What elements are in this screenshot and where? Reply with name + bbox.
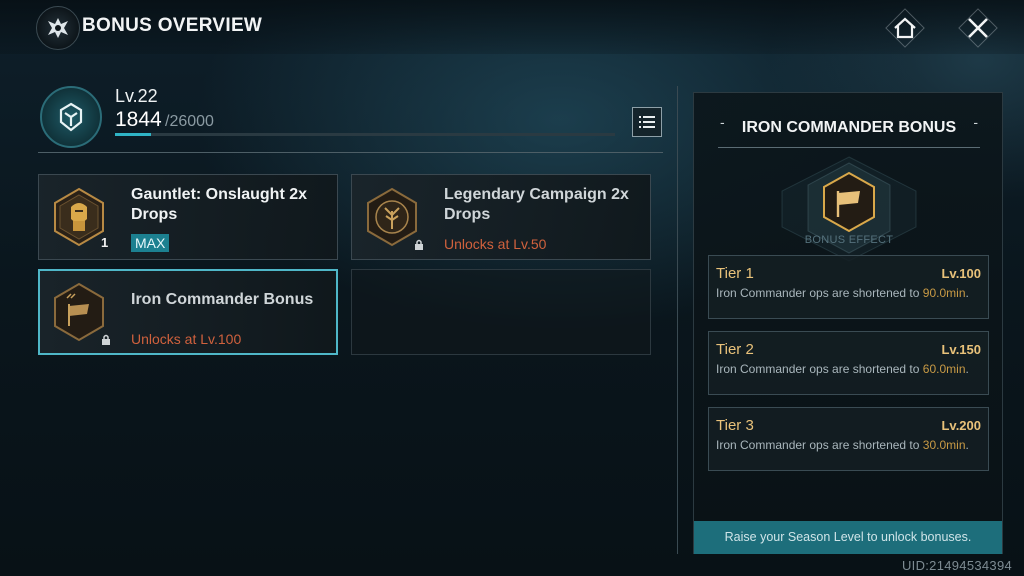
- close-button[interactable]: [958, 8, 998, 48]
- faction-logo-icon: [36, 6, 80, 50]
- tier-description: Iron Commander ops are shortened to 30.0…: [716, 438, 969, 452]
- user-id: UID:21494534394: [901, 558, 1012, 573]
- xp-progress-bar: [115, 133, 615, 136]
- xp-current: 1844: [115, 108, 162, 131]
- xp-progress-fill: [115, 133, 151, 136]
- bonus-effect-label: BONUS EFFECT: [804, 234, 894, 246]
- season-level-text: Lv.22: [115, 86, 158, 106]
- home-button[interactable]: [885, 8, 925, 48]
- top-bar: BONUS OVERVIEW: [0, 0, 1024, 54]
- tier-description: Iron Commander ops are shortened to 60.0…: [716, 362, 969, 376]
- panel-divider: [677, 86, 678, 554]
- max-badge: MAX: [131, 234, 170, 252]
- tier-value: 60.0min: [922, 362, 966, 376]
- bonus-card-legendary-campaign[interactable]: Legendary Campaign 2x Drops Unlocks at L…: [351, 174, 651, 260]
- season-level-badge: [40, 86, 102, 148]
- xp-max: /26000: [165, 113, 214, 130]
- bonus-card-gauntlet[interactable]: 1 Gauntlet: Onslaught 2x Drops MAX: [38, 174, 338, 260]
- tier-value: 90.0min: [922, 286, 966, 300]
- bonus-effect-emblem: [780, 155, 918, 263]
- bonus-title: Iron Commander Bonus: [131, 291, 314, 308]
- tier-description: Iron Commander ops are shortened to 90.0…: [716, 286, 969, 300]
- tier-card: Tier 2 Lv.150 Iron Commander ops are sho…: [708, 331, 989, 395]
- list-view-button[interactable]: [632, 107, 662, 137]
- empty-bonus-slot: [351, 269, 651, 355]
- tier-value: 30.0min: [922, 438, 966, 452]
- bonus-count: 1: [101, 235, 109, 250]
- panel-title: IRON COMMANDER BONUS: [741, 119, 957, 136]
- home-icon: [894, 17, 916, 39]
- page-title: BONUS OVERVIEW: [82, 15, 263, 36]
- tier-name: Tier 1: [716, 265, 754, 282]
- unlock-requirement: Unlocks at Lv.50: [444, 236, 547, 252]
- unlock-hint-footer: Raise your Season Level to unlock bonuse…: [694, 521, 1002, 554]
- bonus-title: Legendary Campaign 2x Drops: [444, 186, 629, 223]
- tier-level: Lv.100: [941, 266, 981, 281]
- lock-icon: [414, 237, 424, 255]
- divider: [718, 147, 980, 148]
- season-emblem-icon: [59, 102, 83, 132]
- tier-name: Tier 3: [716, 417, 754, 434]
- close-icon: [968, 18, 988, 38]
- lock-icon: [101, 332, 111, 350]
- unlock-requirement: Unlocks at Lv.100: [131, 331, 242, 347]
- tier-card: Tier 3 Lv.200 Iron Commander ops are sho…: [708, 407, 989, 471]
- tier-level: Lv.150: [941, 342, 981, 357]
- tier-card: Tier 1 Lv.100 Iron Commander ops are sho…: [708, 255, 989, 319]
- list-icon: [639, 116, 655, 128]
- bonus-card-iron-commander[interactable]: Iron Commander Bonus Unlocks at Lv.100: [38, 269, 338, 355]
- tier-name: Tier 2: [716, 341, 754, 358]
- tier-level: Lv.200: [941, 418, 981, 433]
- bonus-title: Gauntlet: Onslaught 2x Drops: [131, 186, 308, 223]
- divider: [38, 152, 663, 153]
- bonus-detail-panel: - - IRON COMMANDER BONUS BONUS EFFECT Ti…: [693, 92, 1003, 554]
